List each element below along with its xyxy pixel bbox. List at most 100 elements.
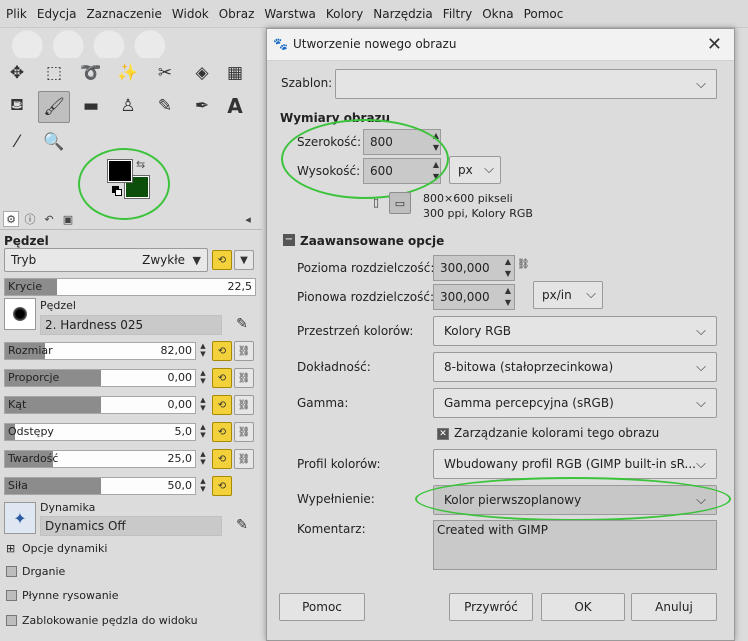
chain-link-icon[interactable]: ⛓	[517, 259, 530, 270]
tool-options-tab-icon[interactable]: ⚙	[3, 211, 19, 227]
device-status-tab-icon[interactable]: ⓘ	[22, 211, 38, 227]
hardness-slider[interactable]: Twardość 25,0	[4, 450, 196, 468]
profile-combo[interactable]: Wbudowany profil RGB (GIMP built-in sR..…	[433, 449, 717, 479]
mode-reset-icon[interactable]: ⟲	[212, 250, 232, 270]
spacing-reset-icon[interactable]: ⟲	[212, 422, 232, 442]
collapse-icon[interactable]: −	[283, 234, 295, 246]
landscape-icon[interactable]: ▭	[389, 192, 411, 214]
clone-tool-icon[interactable]: ♙	[115, 93, 141, 119]
lock-brush-checkbox[interactable]	[6, 615, 17, 626]
menu-colors[interactable]: Kolory	[322, 7, 367, 21]
menu-windows[interactable]: Okna	[478, 7, 517, 21]
menu-layer[interactable]: Warstwa	[260, 7, 320, 21]
color-picker-tool-icon[interactable]: ⁄	[4, 129, 30, 155]
aspect-link-icon[interactable]: ⛓	[234, 368, 254, 388]
angle-reset-icon[interactable]: ⟲	[212, 395, 232, 415]
smooth-stroke-checkbox[interactable]	[6, 590, 17, 601]
res-unit-combo[interactable]: px/in ⌵	[533, 281, 603, 309]
menu-filters[interactable]: Filtry	[439, 7, 476, 21]
zoom-tool-icon[interactable]: 🔍	[41, 129, 67, 155]
size-spin-icon[interactable]: ▲ ▼	[198, 342, 208, 360]
menu-image[interactable]: Obraz	[215, 7, 259, 21]
menu-edit[interactable]: Edycja	[33, 7, 81, 21]
dynamics-options-expander-icon[interactable]: ⊞	[6, 542, 15, 555]
transform-tool-icon[interactable]: ◈	[189, 60, 215, 86]
menu-file[interactable]: Plik	[2, 7, 31, 21]
paintbrush-tool-icon[interactable]: 🖌	[38, 91, 70, 123]
images-tab-icon[interactable]: ▣	[60, 211, 76, 227]
spacing-spin-icon[interactable]: ▲ ▼	[198, 423, 208, 441]
portrait-icon[interactable]: ▯	[367, 193, 385, 211]
path-tool-icon[interactable]: ✒	[189, 93, 215, 119]
opacity-value: 22,5	[227, 280, 253, 293]
edit-brush-icon[interactable]: ✎	[229, 311, 255, 337]
manage-colors-checkbox[interactable]: ✕	[437, 428, 449, 440]
menu-help[interactable]: Pomoc	[520, 7, 568, 21]
brush-preview[interactable]	[4, 298, 36, 330]
hardness-reset-icon[interactable]: ⟲	[212, 449, 232, 469]
dynamics-preview[interactable]: ✦	[4, 502, 36, 534]
eraser-tool-icon[interactable]: ▬	[78, 93, 104, 119]
mode-combo[interactable]: Tryb Zwykłe ▼	[4, 248, 208, 272]
advanced-title[interactable]: Zaawansowane opcje	[300, 234, 444, 248]
unit-combo[interactable]: px ⌵	[449, 156, 501, 184]
spacing-link-icon[interactable]: ⛓	[234, 422, 254, 442]
size-link-icon[interactable]: ⛓	[234, 341, 254, 361]
cancel-button[interactable]: Anuluj	[631, 593, 717, 621]
aspect-reset-icon[interactable]: ⟲	[212, 368, 232, 388]
close-icon[interactable]: ✕	[707, 34, 722, 55]
spacing-slider[interactable]: Odstępy 5,0	[4, 423, 196, 441]
text-tool-icon[interactable]: A	[222, 93, 248, 119]
menu-select[interactable]: Zaznaczenie	[82, 7, 165, 21]
new-image-dialog: 🐾 Utworzenie nowego obrazu ✕ Szablon: ⌵ …	[266, 28, 735, 641]
move-tool-icon[interactable]: ✥	[4, 60, 30, 86]
colorspace-combo[interactable]: Kolory RGB ⌵	[433, 316, 717, 346]
xres-spin-icon[interactable]: ▲ ▼	[501, 256, 515, 280]
undo-history-tab-icon[interactable]: ↶	[41, 211, 57, 227]
force-spin-icon[interactable]: ▲ ▼	[198, 477, 208, 495]
brush-name-field[interactable]: 2. Hardness 025	[40, 315, 222, 335]
comment-textarea[interactable]: Created with GIMP	[433, 520, 717, 570]
menubar: Plik Edycja Zaznaczenie Widok Obraz Wars…	[0, 0, 748, 28]
fuzzy-select-tool-icon[interactable]: ✨	[115, 60, 141, 86]
crop-tool-icon[interactable]: ✂	[152, 60, 178, 86]
aspect-spin-icon[interactable]: ▲ ▼	[198, 369, 208, 387]
force-slider[interactable]: Siła 50,0	[4, 477, 196, 495]
chevron-down-icon: ⌵	[696, 77, 706, 92]
angle-slider[interactable]: Kąt 0,00	[4, 396, 196, 414]
bucket-fill-tool-icon[interactable]: ⛾	[4, 93, 30, 119]
dynamics-name-field[interactable]: Dynamics Off	[40, 516, 222, 536]
jitter-checkbox[interactable]	[6, 566, 17, 577]
template-combo[interactable]: ⌵	[335, 69, 717, 99]
smooth-stroke-label: Płynne rysowanie	[22, 589, 119, 602]
force-reset-icon[interactable]: ⟲	[212, 476, 232, 496]
angle-spin-icon[interactable]: ▲ ▼	[198, 396, 208, 414]
image-size-info: 800×600 pikseli	[423, 192, 513, 205]
menu-view[interactable]: Widok	[168, 7, 213, 21]
opacity-slider[interactable]: Krycie 22,5	[4, 278, 256, 296]
yres-spin-icon[interactable]: ▲ ▼	[501, 285, 515, 309]
size-label: Rozmiar	[8, 344, 53, 357]
dynamics-options-label[interactable]: Opcje dynamiki	[22, 542, 107, 555]
smudge-tool-icon[interactable]: ✎	[152, 93, 178, 119]
edit-dynamics-icon[interactable]: ✎	[229, 512, 255, 538]
checker-tool-icon[interactable]: ▦	[222, 60, 248, 86]
help-button[interactable]: Pomoc	[279, 593, 365, 621]
ok-button[interactable]: OK	[541, 593, 625, 621]
size-reset-icon[interactable]: ⟲	[212, 341, 232, 361]
angle-link-icon[interactable]: ⛓	[234, 395, 254, 415]
menu-tools[interactable]: Narzędzia	[369, 7, 437, 21]
aspect-slider[interactable]: Proporcje 0,00	[4, 369, 196, 387]
gamma-combo[interactable]: Gamma percepcyjna (sRGB) ⌵	[433, 388, 717, 418]
hardness-link-icon[interactable]: ⛓	[234, 449, 254, 469]
tab-menu-icon[interactable]: ◂	[240, 211, 256, 227]
dock-tab-bar: ⚙ ⓘ ↶ ▣ ◂	[0, 208, 262, 230]
rect-select-tool-icon[interactable]: ⬚	[41, 60, 67, 86]
mode-chevron-down-icon[interactable]: ▼	[234, 250, 254, 270]
size-slider[interactable]: Rozmiar 82,00	[4, 342, 196, 360]
reset-button[interactable]: Przywróć	[449, 593, 533, 621]
xres-label: Pozioma rozdzielczość:	[297, 261, 435, 275]
precision-combo[interactable]: 8-bitowa (stałoprzecinkowa) ⌵	[433, 352, 717, 382]
free-select-tool-icon[interactable]: ➰	[78, 60, 104, 86]
hardness-spin-icon[interactable]: ▲ ▼	[198, 450, 208, 468]
